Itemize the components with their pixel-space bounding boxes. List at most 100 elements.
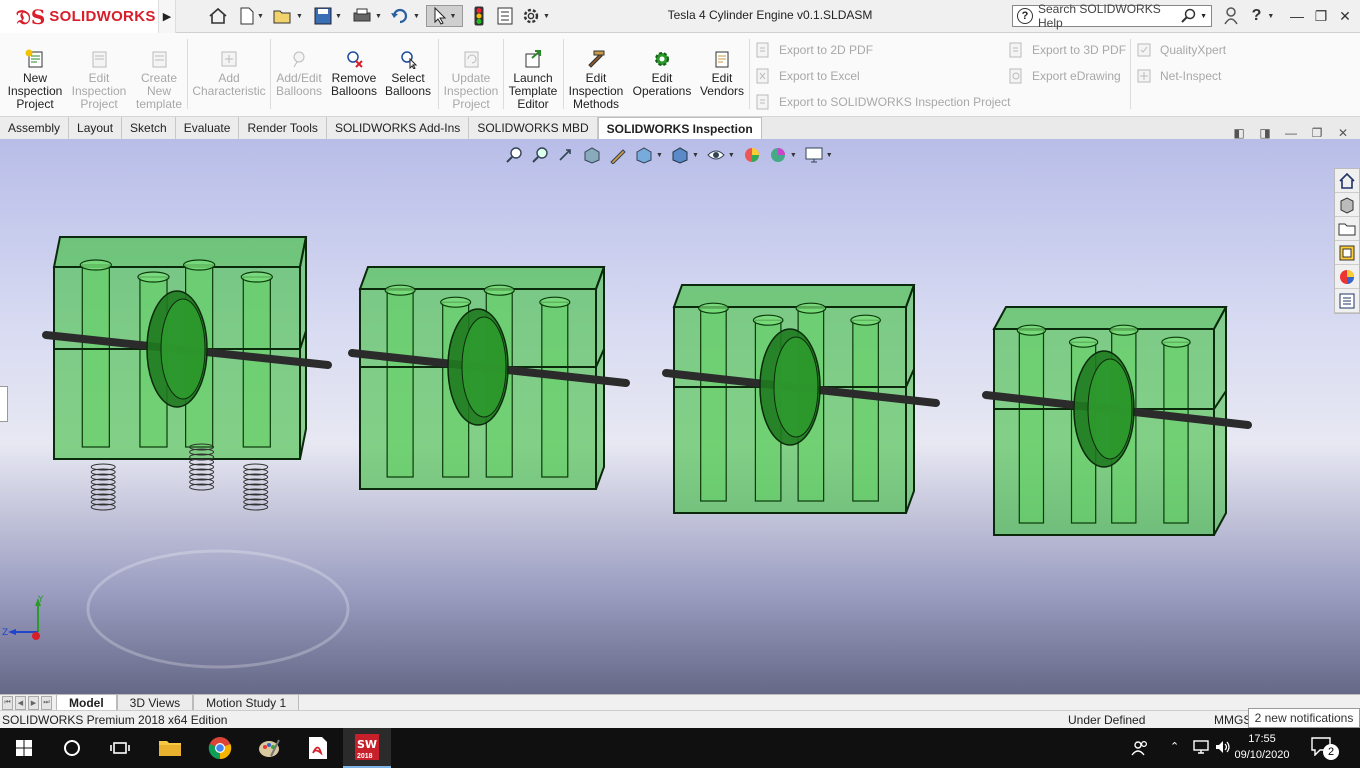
next-tab-arrow-icon[interactable]: ▶ [28, 695, 39, 710]
export-excel-button[interactable]: Export to Excel [755, 68, 860, 84]
tab-motion-study-1[interactable]: Motion Study 1 [193, 694, 300, 711]
feature-manager-toggle-handle[interactable] [0, 386, 8, 422]
view-palette-tab[interactable] [1335, 241, 1359, 265]
acrobat-taskbar-button[interactable] [294, 728, 342, 768]
user-account-button[interactable] [1220, 5, 1242, 27]
save-button[interactable]: ▼ [310, 5, 346, 27]
add-edit-balloons-icon [293, 51, 305, 68]
tab-sketch[interactable]: Sketch [122, 117, 176, 139]
tab-layout[interactable]: Layout [69, 117, 123, 139]
start-button[interactable] [0, 728, 48, 768]
solidworks-taskbar-button[interactable]: SW 2018 [343, 728, 391, 768]
new-inspection-project-button[interactable]: New Inspection Project [6, 49, 64, 111]
tab-model[interactable]: Model [56, 694, 117, 711]
print-button[interactable]: ▼ [349, 5, 385, 27]
dropdown-arrow-icon[interactable]: ▼ [413, 13, 420, 20]
volume-button[interactable] [1214, 739, 1232, 758]
custom-properties-tab[interactable] [1335, 289, 1359, 313]
update-inspection-project-button[interactable]: Update Inspection Project [442, 49, 500, 111]
file-explorer-tab[interactable] [1335, 217, 1359, 241]
edit-inspection-project-button[interactable]: Edit Inspection Project [70, 49, 128, 111]
rebuild-button[interactable] [468, 5, 490, 27]
chrome-taskbar-button[interactable] [196, 728, 244, 768]
collapse-left-icon[interactable]: ◧ [1226, 126, 1252, 140]
select-button[interactable]: ▼ [426, 5, 463, 27]
collapse-right-icon[interactable]: ◨ [1252, 126, 1278, 140]
tab-assembly[interactable]: Assembly [0, 117, 70, 139]
engine-block-assembly[interactable] [348, 266, 630, 490]
new-document-icon [240, 7, 254, 25]
search-button[interactable] [48, 728, 96, 768]
remove-balloons-button[interactable]: Remove Balloons [328, 49, 380, 98]
options-button[interactable]: ▼ [519, 5, 553, 27]
viewport-restore-icon[interactable]: ❐ [1304, 126, 1330, 140]
close-button[interactable]: ✕ [1334, 5, 1356, 27]
people-button[interactable] [1130, 738, 1150, 761]
solidworks-resources-tab[interactable] [1335, 169, 1359, 193]
help-menu-button[interactable]: ? ▼ [1246, 5, 1280, 27]
export-3d-pdf-button[interactable]: Export to 3D PDF [1008, 42, 1126, 58]
engine-block-assembly[interactable] [662, 284, 940, 514]
design-library-tab[interactable] [1335, 193, 1359, 217]
undo-button[interactable]: ▼ [387, 5, 423, 27]
restore-button[interactable]: ❐ [1310, 5, 1332, 27]
edit-operations-button[interactable]: Edit Operations [630, 49, 694, 98]
export-edrawing-button[interactable]: Export eDrawing [1008, 68, 1121, 84]
new-document-button[interactable]: ▼ [236, 5, 268, 27]
dropdown-arrow-icon[interactable]: ▼ [543, 13, 550, 20]
engine-block-assembly[interactable] [982, 306, 1252, 536]
notifications-popup[interactable]: 2 new notifications [1248, 708, 1360, 728]
search-icon[interactable] [1181, 8, 1197, 24]
add-characteristic-button[interactable]: Add Characteristic [190, 49, 268, 98]
graphics-viewport[interactable]: ▼ ▼ ▼ ▼ ▼ Y Z [0, 139, 1360, 694]
show-hidden-icons-icon[interactable]: ⌃ [1170, 740, 1179, 753]
dropdown-arrow-icon[interactable]: ▼ [1267, 13, 1274, 20]
network-button[interactable] [1192, 739, 1210, 758]
export-2d-pdf-button[interactable]: Export to 2D PDF [755, 42, 873, 58]
file-properties-button[interactable] [494, 5, 516, 27]
viewport-minimize-icon[interactable]: — [1278, 126, 1304, 140]
last-tab-arrow-icon[interactable]: ⏭ [41, 695, 52, 710]
tab-solidworks-inspection[interactable]: SOLIDWORKS Inspection [597, 117, 762, 139]
select-balloons-button[interactable]: Select Balloons [383, 49, 433, 98]
people-icon [1131, 740, 1148, 756]
search-dropdown-icon[interactable]: ▼ [1200, 13, 1207, 20]
home-button[interactable] [205, 5, 231, 27]
dropdown-arrow-icon[interactable]: ▼ [257, 13, 264, 20]
first-tab-arrow-icon[interactable]: ⏮ [2, 695, 13, 710]
engine-block-assembly[interactable] [42, 236, 332, 511]
open-button[interactable]: ▼ [270, 5, 306, 27]
taskbar-clock[interactable]: 17:55 09/10/2020 [1232, 731, 1292, 763]
task-view-button[interactable] [96, 728, 144, 768]
dropdown-arrow-icon[interactable]: ▼ [335, 13, 342, 20]
viewport-close-icon[interactable]: ✕ [1330, 126, 1356, 140]
dropdown-arrow-icon[interactable]: ▼ [375, 13, 382, 20]
paint-taskbar-button[interactable] [245, 728, 293, 768]
dropdown-arrow-icon[interactable]: ▼ [450, 13, 457, 20]
menu-expand-arrow-icon[interactable]: ▶ [158, 0, 176, 33]
tab-evaluate[interactable]: Evaluate [175, 117, 240, 139]
minimize-button[interactable]: — [1286, 5, 1308, 27]
tab-solidworks-add-ins[interactable]: SOLIDWORKS Add-Ins [326, 117, 470, 139]
prev-tab-arrow-icon[interactable]: ◀ [15, 695, 26, 710]
tab-render-tools[interactable]: Render Tools [239, 117, 327, 139]
launch-template-editor-button[interactable]: Launch Template Editor [506, 49, 560, 111]
net-inspect-button[interactable]: Net-Inspect [1136, 68, 1221, 84]
help-search-box[interactable]: ? Search SOLIDWORKS Help ▼ [1012, 2, 1212, 30]
tab-solidworks-mbd[interactable]: SOLIDWORKS MBD [469, 117, 598, 139]
dropdown-arrow-icon[interactable]: ▼ [296, 13, 303, 20]
unit-system[interactable]: MMGS [1214, 713, 1251, 727]
search-placeholder[interactable]: Search SOLIDWORKS Help [1038, 2, 1181, 30]
solidworks-logo[interactable]: 𝔇S SOLIDWORKS [0, 0, 158, 33]
engine-model-graphics[interactable] [0, 139, 1360, 694]
quality-xpert-button[interactable]: QualityXpert [1136, 42, 1226, 58]
appearances-tab[interactable] [1335, 265, 1359, 289]
create-new-template-button[interactable]: Create New template [130, 49, 188, 111]
edit-vendors-button[interactable]: Edit Vendors [698, 49, 746, 98]
tab-3d-views[interactable]: 3D Views [116, 694, 194, 711]
action-center-button[interactable]: 2 [1310, 736, 1344, 762]
file-explorer-taskbar-button[interactable] [146, 728, 194, 768]
add-edit-balloons-button[interactable]: Add/Edit Balloons [272, 49, 326, 98]
edit-inspection-methods-button[interactable]: Edit Inspection Methods [566, 49, 626, 111]
export-inspection-project-button[interactable]: Export to SOLIDWORKS Inspection Project [755, 94, 1010, 110]
